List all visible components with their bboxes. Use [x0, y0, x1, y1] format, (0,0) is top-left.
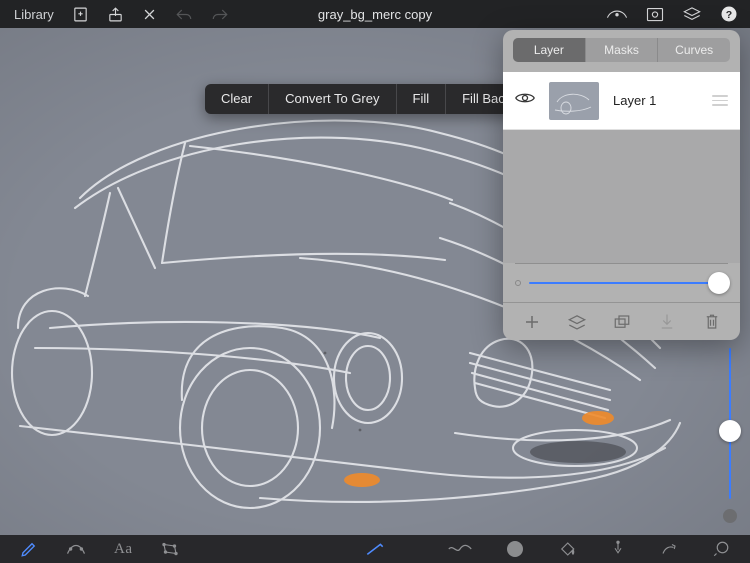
layer-thumbnail [549, 82, 599, 120]
bucket-tool-icon[interactable] [558, 541, 576, 557]
tab-masks[interactable]: Masks [585, 38, 658, 62]
brush-settings-icon[interactable] [606, 7, 628, 21]
convert-to-grey-button[interactable]: Convert To Grey [269, 84, 396, 114]
eyedropper-tool-icon[interactable] [610, 540, 626, 558]
add-layer-icon[interactable] [519, 309, 545, 335]
slider-thumb[interactable] [708, 272, 730, 294]
close-icon[interactable] [142, 7, 157, 22]
import-layer-icon [654, 309, 680, 335]
top-toolbar: Library gray_bg_merc copy [0, 0, 750, 28]
layer-tools-row [503, 302, 740, 340]
tab-curves[interactable]: Curves [657, 38, 730, 62]
app-root: Library gray_bg_merc copy [0, 0, 750, 563]
tab-layer[interactable]: Layer [513, 38, 585, 62]
path-tool-icon[interactable] [66, 541, 86, 557]
panel-tab-switch: Layer Masks Curves [513, 38, 730, 62]
layers-icon[interactable] [682, 6, 702, 22]
fill-button[interactable]: Fill [397, 84, 447, 114]
layers-panel: Layer Masks Curves Layer 1 [503, 30, 740, 340]
eraser-tool-icon[interactable] [712, 540, 730, 558]
brush-size-rail[interactable] [724, 348, 736, 523]
new-document-icon[interactable] [72, 6, 89, 23]
layer-row[interactable]: Layer 1 [503, 72, 740, 130]
brush-preview-dot [723, 509, 737, 523]
delete-layer-icon[interactable] [699, 309, 725, 335]
help-icon[interactable]: ? [720, 5, 738, 23]
layer-drag-handle-icon[interactable] [712, 95, 728, 106]
clear-button[interactable]: Clear [205, 84, 269, 114]
line-style-icon[interactable] [448, 544, 472, 554]
layer-visibility-icon[interactable] [515, 91, 535, 110]
brush-size-thumb[interactable] [719, 420, 741, 442]
undo-icon [175, 7, 193, 22]
text-tool-icon[interactable]: Aa [114, 541, 133, 558]
stroke-tool-icon[interactable] [365, 541, 385, 557]
duplicate-layer-icon[interactable] [609, 309, 635, 335]
reference-image-icon[interactable] [646, 7, 664, 22]
redo-icon [211, 7, 229, 22]
merge-layer-icon[interactable] [564, 309, 590, 335]
svg-text:?: ? [726, 9, 732, 21]
layer-name-label: Layer 1 [613, 93, 698, 108]
pen-tool-icon[interactable] [20, 540, 38, 558]
slider-min-icon [515, 280, 521, 286]
shape-tool-icon[interactable] [161, 541, 179, 557]
bottom-toolbar: Aa [0, 535, 750, 563]
color-swatch[interactable] [506, 540, 524, 558]
share-icon[interactable] [107, 6, 124, 23]
smudge-tool-icon[interactable] [660, 541, 678, 557]
library-button[interactable]: Library [14, 7, 54, 22]
layers-empty-area [503, 130, 740, 263]
layer-opacity-slider[interactable] [503, 264, 740, 302]
